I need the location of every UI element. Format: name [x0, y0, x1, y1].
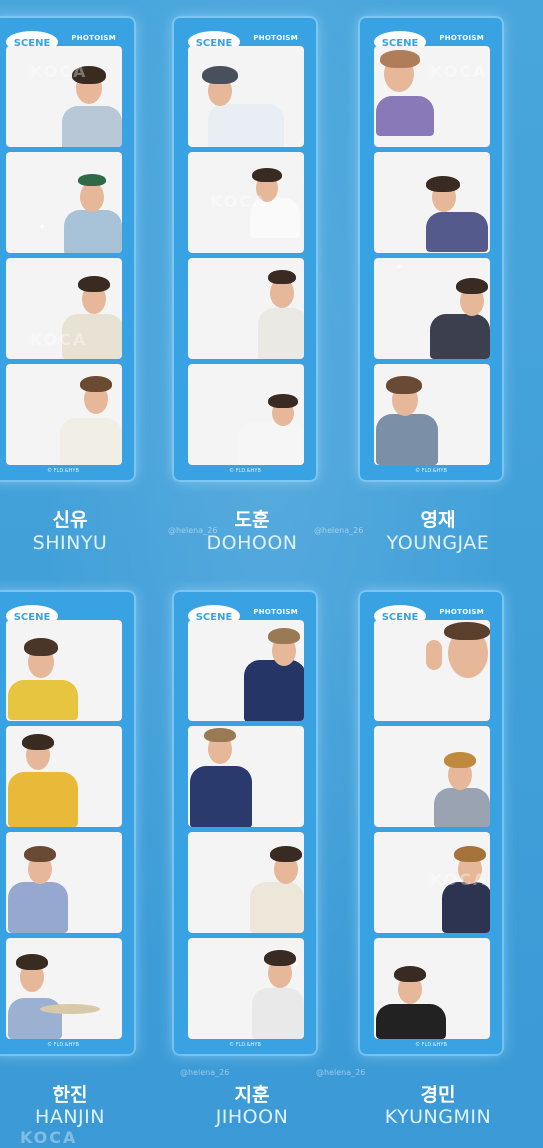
photo-frame	[6, 726, 122, 827]
photo-frame	[188, 938, 304, 1039]
watermark: KOCA	[20, 1128, 78, 1147]
photo-strip-kyungmin: SCENE PHOTOISM © FLD.&HYB	[360, 592, 502, 1054]
member-name-korean: 지훈	[234, 1084, 270, 1106]
watermark: KOCA	[30, 330, 88, 349]
brand-label: PHOTOISM	[253, 608, 298, 616]
sparkle-icon: ✦	[395, 262, 404, 273]
photo-strip-jihoon: SCENE PHOTOISM © FLD.&HYB	[174, 592, 316, 1054]
brand-label: PHOTOISM	[439, 34, 484, 42]
photo-frame	[374, 258, 490, 359]
member-name-english: SHINYU	[32, 532, 108, 554]
watermark: KOCA	[430, 870, 488, 889]
member-name-english: JIHOON	[215, 1106, 289, 1128]
photo-frame	[6, 620, 122, 721]
strip-footer: © FLD.&HYB	[47, 1042, 79, 1048]
photo-strip-dohoon: SCENE PHOTOISM © FLD.&HYB	[174, 18, 316, 480]
photo-frame	[374, 152, 490, 253]
brand-label: PHOTOISM	[71, 34, 116, 42]
member-name-korean: 신유	[52, 509, 88, 531]
brand-label: PHOTOISM	[253, 34, 298, 42]
photo-frame	[6, 938, 122, 1039]
photo-frame	[188, 832, 304, 933]
brand-label: PHOTOISM	[439, 608, 484, 616]
sparkle-icon: ✦	[292, 960, 301, 971]
credit: @helena_26	[316, 1068, 366, 1077]
photo-frame	[374, 364, 490, 465]
member-name-korean: 한진	[52, 1084, 88, 1106]
photo-frame	[188, 364, 304, 465]
credit: @helena_26	[168, 526, 218, 535]
photo-strip-shinyu: SCENE PHOTOISM © FLD.&HYB	[0, 18, 134, 480]
member-name-english: KYUNGMIN	[384, 1106, 492, 1128]
photo-frame	[374, 620, 490, 721]
watermark: KOCA	[430, 62, 488, 81]
watermark: KOCA	[210, 192, 268, 211]
strip-footer: © FLD.&HYB	[229, 1042, 261, 1048]
photo-frame	[188, 726, 304, 827]
photo-strip-hanjin: SCENE © FLD.&HYB	[0, 592, 134, 1054]
photo-frame	[374, 726, 490, 827]
strip-footer: © FLD.&HYB	[415, 1042, 447, 1048]
member-name-korean: 경민	[420, 1084, 456, 1106]
member-name-korean: 영재	[420, 509, 456, 531]
photo-frame	[188, 620, 304, 721]
strip-footer: © FLD.&HYB	[415, 468, 447, 474]
credit: @helena_26	[314, 526, 364, 535]
strip-footer: © FLD.&HYB	[229, 468, 261, 474]
photo-frame	[6, 364, 122, 465]
watermark: KOCA	[30, 62, 88, 81]
photo-frame	[374, 938, 490, 1039]
member-name-english: YOUNGJAE	[386, 532, 490, 554]
photo-frame	[188, 258, 304, 359]
photo-strip-youngjae: SCENE PHOTOISM © FLD.&HYB	[360, 18, 502, 480]
photo-frame	[6, 152, 122, 253]
sparkle-icon: ✦	[38, 222, 47, 233]
member-name-english: DOHOON	[206, 532, 298, 554]
photo-frame	[188, 46, 304, 147]
credit: @helena_26	[180, 1068, 230, 1077]
strip-footer: © FLD.&HYB	[47, 468, 79, 474]
photo-frame	[6, 832, 122, 933]
member-name-english: HANJIN	[35, 1106, 105, 1128]
